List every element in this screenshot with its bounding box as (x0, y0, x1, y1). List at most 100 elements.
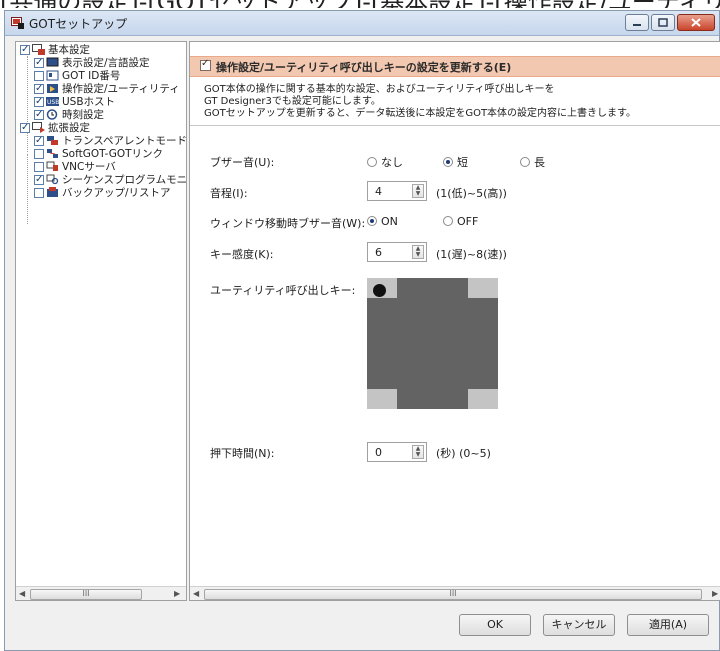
scroll-thumb[interactable]: III (204, 589, 702, 600)
tree-item-sequence-monitor[interactable]: シーケンスプログラムモニ (34, 173, 187, 187)
checkbox[interactable] (34, 188, 44, 198)
checkbox[interactable] (34, 162, 44, 172)
title-bar: GOTセットアップ (5, 11, 719, 36)
extended-settings-icon (32, 122, 45, 133)
tree-item-got-id[interactable]: GOT ID番号 (34, 70, 120, 83)
utility-key-map[interactable] (367, 278, 498, 409)
radio-label: OFF (457, 215, 479, 228)
tree-item-operation[interactable]: 操作設定/ユーティリティ (34, 82, 180, 96)
scroll-right-icon[interactable]: ▶ (712, 589, 718, 598)
tree-label: シーケンスプログラムモニ (62, 174, 187, 186)
sensitivity-label: キー感度(K): (210, 248, 274, 261)
tree-item-softgot-link[interactable]: SoftGOT-GOTリンク (34, 148, 163, 161)
window-buzzer-label: ウィンドウ移動時ブザー音(W): (210, 217, 366, 230)
checkbox[interactable] (34, 95, 44, 108)
radio-button[interactable] (443, 216, 453, 226)
tree-line (27, 56, 28, 152)
spinner-arrows-icon[interactable]: ▲ ▼ (412, 184, 424, 198)
close-icon (691, 18, 701, 27)
radio-button[interactable] (520, 157, 530, 167)
update-checkbox[interactable] (200, 58, 211, 71)
tree-item-transparent[interactable]: トランスペアレントモード設 (34, 134, 186, 148)
panel-horizontal-scrollbar[interactable]: ◀ III ▶ (190, 586, 720, 600)
key-corner-bottom-right[interactable] (468, 389, 498, 409)
spinner-arrows-icon[interactable]: ▲ ▼ (412, 445, 424, 459)
svg-text:USB: USB (47, 99, 59, 106)
sensitivity-range: (1(遅)~8(速)) (436, 248, 507, 261)
sensitivity-spinner[interactable]: 6 ▲ ▼ (367, 242, 427, 262)
update-header: 操作設定/ユーティリティ呼び出しキーの設定を更新する(E) (190, 56, 720, 77)
transparent-mode-icon (47, 136, 58, 145)
settings-tree: 基本設定 表示設定/言語設定 GOT ID番号 操作設定/ユーティリティ USB… (15, 41, 187, 601)
radio-label: ON (381, 215, 398, 228)
minimize-button[interactable] (625, 14, 649, 31)
id-card-icon (46, 70, 59, 81)
window-buzzer-on[interactable]: ON (367, 215, 398, 228)
backup-icon (47, 187, 58, 197)
description: GOT本体の操作に関する基本的な設定、およびユーティリティ呼び出しキーを GT … (190, 80, 720, 126)
cancel-button[interactable]: キャンセル (543, 614, 615, 636)
link-icon (47, 149, 58, 158)
utility-key-label: ユーティリティ呼び出しキー: (210, 284, 356, 297)
press-time-range: (秒) (0~5) (436, 447, 491, 460)
buzzer-option-short[interactable]: 短 (443, 154, 468, 170)
sensitivity-value[interactable]: 6 (375, 246, 382, 259)
close-button[interactable] (677, 14, 715, 31)
apply-button[interactable]: 適用(A) (627, 614, 709, 636)
radio-button[interactable] (367, 216, 377, 226)
basic-settings-icon (32, 44, 45, 55)
scroll-right-icon[interactable]: ▶ (174, 589, 180, 598)
checkbox[interactable] (34, 108, 44, 121)
radio-label: 短 (457, 156, 468, 169)
tone-value[interactable]: 4 (375, 185, 382, 198)
tree-node-extended[interactable]: 拡張設定 (20, 121, 90, 135)
tree-item-vnc[interactable]: VNCサーバ (34, 161, 116, 174)
key-corner-bottom-left[interactable] (367, 389, 397, 409)
checkbox[interactable] (34, 173, 44, 186)
checkbox[interactable] (34, 149, 44, 159)
checkbox[interactable] (20, 43, 30, 56)
tree-item-backup[interactable]: バックアップ/リストア (34, 187, 171, 200)
press-time-spinner[interactable]: 0 ▲ ▼ (367, 442, 427, 462)
tree-label: バックアップ/リストア (62, 187, 171, 199)
selected-key-marker-icon (373, 284, 386, 297)
tree-item-usb-host[interactable]: USBUSBホスト (34, 95, 115, 109)
radio-button[interactable] (443, 157, 453, 167)
checkbox[interactable] (34, 71, 44, 81)
buzzer-label: ブザー音(U): (210, 156, 275, 169)
checkbox[interactable] (34, 134, 44, 147)
got-setup-window: GOTセットアップ 基本設定 表示設定/言語設定 GOT ID番号 操作設定/ユ… (4, 10, 720, 651)
tree-label: 操作設定/ユーティリティ (62, 83, 180, 95)
tree-item-display[interactable]: 表示設定/言語設定 (34, 56, 150, 70)
buzzer-option-long[interactable]: 長 (520, 154, 545, 170)
press-time-label: 押下時間(N): (210, 447, 275, 460)
tree-label: GOT ID番号 (62, 70, 121, 82)
tree-label: 拡張設定 (48, 122, 90, 134)
press-time-value[interactable]: 0 (375, 446, 382, 459)
checkbox[interactable] (34, 56, 44, 69)
tree-label: 表示設定/言語設定 (62, 57, 150, 69)
tree-node-basic[interactable]: 基本設定 (20, 43, 90, 57)
checkbox[interactable] (34, 82, 44, 95)
monitor-icon (46, 57, 59, 67)
radio-label: 長 (534, 156, 545, 169)
key-corner-top-right[interactable] (468, 278, 498, 298)
checkbox[interactable] (20, 121, 30, 134)
maximize-button[interactable] (651, 14, 675, 31)
tree-label: VNCサーバ (62, 161, 116, 173)
app-icon (11, 17, 24, 29)
maximize-icon (658, 18, 668, 27)
tree-item-clock[interactable]: 時刻設定 (34, 108, 104, 122)
radio-button[interactable] (367, 157, 377, 167)
scroll-left-icon[interactable]: ◀ (193, 589, 199, 598)
spinner-arrows-icon[interactable]: ▲ ▼ (412, 245, 424, 259)
window-buzzer-off[interactable]: OFF (443, 215, 478, 228)
scroll-thumb[interactable]: III (30, 589, 142, 600)
ok-button[interactable]: OK (459, 614, 531, 636)
tone-label: 音程(I): (210, 187, 248, 200)
tone-spinner[interactable]: 4 ▲ ▼ (367, 181, 427, 201)
scroll-left-icon[interactable]: ◀ (19, 589, 25, 598)
tree-horizontal-scrollbar[interactable]: ◀ III ▶ (16, 586, 186, 600)
buzzer-option-none[interactable]: なし (367, 154, 403, 170)
tree-label: 時刻設定 (62, 109, 104, 121)
